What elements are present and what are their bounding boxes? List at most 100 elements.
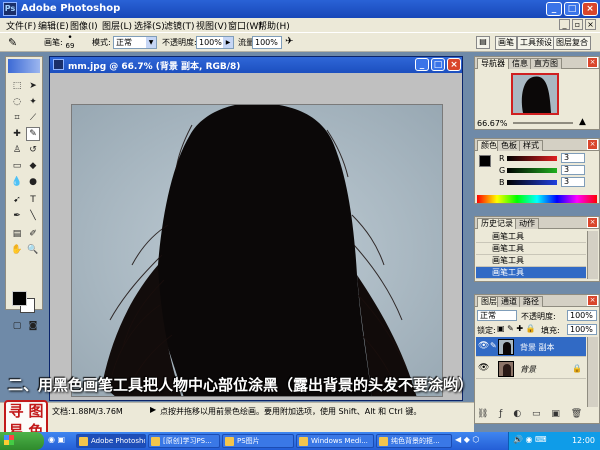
lock-icons[interactable]: ▣ ✎ ✚ 🔒 bbox=[497, 324, 536, 333]
history-item[interactable]: 画笔工具 bbox=[476, 255, 586, 267]
start-button[interactable] bbox=[0, 432, 44, 450]
tab-channels[interactable]: 通道 bbox=[497, 296, 521, 307]
doc-window-minimize[interactable]: _ bbox=[415, 58, 429, 71]
eyedropper-icon[interactable]: ✐ bbox=[26, 227, 40, 241]
close-button[interactable]: × bbox=[582, 2, 598, 16]
menu-layer[interactable]: 图层(L) bbox=[102, 19, 132, 32]
menu-image[interactable]: 图像(I) bbox=[70, 19, 98, 32]
clone-stamp-icon[interactable]: ♙ bbox=[10, 143, 24, 157]
layer-row[interactable]: 👁 背景 🔒 bbox=[476, 359, 586, 379]
image-canvas[interactable] bbox=[71, 104, 443, 397]
marquee-tool-icon[interactable]: ⬚ bbox=[10, 79, 24, 93]
file-browser-icon[interactable]: ▤ bbox=[476, 36, 490, 49]
fill-input[interactable]: 100% bbox=[567, 324, 597, 335]
task-tutorial[interactable]: 纯色背景的抠... bbox=[376, 434, 452, 448]
quick-mask-icon[interactable]: ◙ bbox=[26, 319, 40, 333]
tray-extra-icons[interactable]: ◀ ◆ ⬡ bbox=[455, 435, 505, 447]
history-brush-icon[interactable]: ↺ bbox=[26, 143, 40, 157]
palette-close-icon[interactable]: × bbox=[587, 57, 598, 68]
menu-edit[interactable]: 编辑(E) bbox=[38, 19, 69, 32]
paint-bucket-icon[interactable]: ◆ bbox=[26, 159, 40, 173]
color-spectrum-bar[interactable] bbox=[477, 195, 597, 203]
brush-picker[interactable]: • 69 bbox=[62, 34, 78, 51]
g-input[interactable]: 3 bbox=[561, 165, 585, 175]
opacity-input[interactable]: 100% ▶ bbox=[196, 36, 234, 49]
r-slider[interactable] bbox=[507, 156, 557, 161]
tab-tool-presets[interactable]: 工具预设 bbox=[517, 36, 555, 50]
g-slider[interactable] bbox=[507, 168, 557, 173]
eye-icon[interactable]: 👁 bbox=[478, 341, 489, 351]
task-media-player[interactable]: Windows Medi... bbox=[296, 434, 374, 448]
b-slider[interactable] bbox=[507, 180, 557, 185]
palette-close-icon[interactable]: × bbox=[587, 139, 598, 150]
palette-close-icon[interactable]: × bbox=[587, 217, 598, 228]
history-scrollbar[interactable] bbox=[587, 231, 598, 279]
task-ps-images[interactable]: PS图片 bbox=[222, 434, 294, 448]
move-tool-icon[interactable]: ➤ bbox=[26, 79, 40, 93]
quick-launch-icons[interactable]: ◉ ▣ bbox=[48, 435, 74, 447]
type-tool-icon[interactable]: T bbox=[26, 193, 40, 207]
layers-footer-icons[interactable]: ⛓ ƒ ◐ ▭ ▣ 🗑 bbox=[477, 409, 597, 423]
doc-close-button[interactable]: × bbox=[585, 19, 596, 30]
history-item[interactable]: 画笔工具 bbox=[476, 231, 586, 243]
menu-select[interactable]: 选择(S) bbox=[134, 19, 165, 32]
doc-window-close[interactable]: × bbox=[447, 58, 461, 71]
b-input[interactable]: 3 bbox=[561, 177, 585, 187]
task-forum[interactable]: [原创]学习PS... bbox=[148, 434, 220, 448]
tab-actions[interactable]: 动作 bbox=[515, 218, 539, 229]
r-input[interactable]: 3 bbox=[561, 153, 585, 163]
blend-mode-select[interactable]: 正常 bbox=[477, 310, 517, 321]
tab-styles[interactable]: 样式 bbox=[519, 140, 543, 151]
menu-help[interactable]: 帮助(H) bbox=[258, 19, 290, 32]
crop-tool-icon[interactable]: ⌗ bbox=[10, 111, 24, 125]
eye-icon[interactable]: 👁 bbox=[478, 363, 489, 373]
foreground-color-swatch[interactable] bbox=[12, 291, 27, 306]
menu-file[interactable]: 文件(F) bbox=[6, 19, 36, 32]
tab-brushes[interactable]: 画笔 bbox=[495, 36, 517, 50]
palette-close-icon[interactable]: × bbox=[587, 295, 598, 306]
brush-tool-preset-icon[interactable]: ✎ bbox=[8, 36, 24, 50]
line-tool-icon[interactable]: ╲ bbox=[26, 209, 40, 223]
doc-restore-button[interactable]: ▫ bbox=[572, 19, 583, 30]
minimize-button[interactable]: _ bbox=[546, 2, 562, 16]
lasso-tool-icon[interactable]: ◌ bbox=[10, 95, 24, 109]
zoom-slider[interactable] bbox=[513, 122, 573, 124]
pen-tool-icon[interactable]: ✒ bbox=[10, 209, 24, 223]
eraser-tool-icon[interactable]: ▭ bbox=[10, 159, 24, 173]
slice-tool-icon[interactable]: ⟋ bbox=[26, 111, 40, 125]
airbrush-icon[interactable]: ✈ bbox=[285, 36, 293, 47]
maximize-button[interactable]: □ bbox=[564, 2, 580, 16]
layer-opacity-input[interactable]: 100% bbox=[567, 310, 597, 321]
layer-row-selected[interactable]: 👁 ✎ 背景 副本 bbox=[476, 337, 586, 357]
tab-paths[interactable]: 路径 bbox=[519, 296, 543, 307]
path-select-icon[interactable]: ➹ bbox=[10, 193, 24, 207]
zoom-tool-icon[interactable]: 🔍 bbox=[26, 243, 40, 257]
tab-swatches[interactable]: 色板 bbox=[497, 140, 521, 151]
navigator-thumbnail[interactable] bbox=[511, 73, 559, 115]
menu-view[interactable]: 视图(V) bbox=[196, 19, 227, 32]
tab-history[interactable]: 历史记录 bbox=[477, 218, 517, 229]
brush-tool-icon[interactable]: ✎ bbox=[26, 127, 40, 141]
document-title-bar[interactable]: mm.jpg @ 66.7% (背景 副本, RGB/8) _ □ × bbox=[50, 57, 462, 73]
tab-navigator[interactable]: 导航器 bbox=[477, 58, 509, 69]
healing-brush-icon[interactable]: ✚ bbox=[10, 127, 24, 141]
layers-scrollbar[interactable] bbox=[587, 337, 598, 407]
hand-tool-icon[interactable]: ✋ bbox=[10, 243, 24, 257]
adobe-feather-icon[interactable] bbox=[8, 59, 40, 73]
tab-info[interactable]: 信息 bbox=[508, 58, 532, 69]
tab-layer-comps[interactable]: 图层复合 bbox=[553, 36, 591, 50]
mode-select[interactable]: 正常 ▼ bbox=[113, 36, 157, 49]
doc-minimize-button[interactable]: _ bbox=[559, 19, 570, 30]
tray-icons[interactable]: 🔊 ◉ ⌨ bbox=[513, 435, 547, 444]
standard-mode-icon[interactable]: ▢ bbox=[10, 319, 24, 333]
menu-window[interactable]: 窗口(W) bbox=[228, 19, 262, 32]
task-photoshop[interactable]: Adobe Photoshop bbox=[76, 434, 146, 448]
menu-filter[interactable]: 滤镜(T) bbox=[164, 19, 195, 32]
blur-tool-icon[interactable]: 💧 bbox=[10, 175, 24, 189]
magic-wand-icon[interactable]: ✦ bbox=[26, 95, 40, 109]
tab-histogram[interactable]: 直方图 bbox=[530, 58, 562, 69]
flow-input[interactable]: 100% bbox=[252, 36, 282, 49]
doc-window-maximize[interactable]: □ bbox=[431, 58, 445, 71]
zoom-in-icon[interactable]: ▲ bbox=[579, 117, 586, 127]
dodge-tool-icon[interactable]: ● bbox=[26, 175, 40, 189]
